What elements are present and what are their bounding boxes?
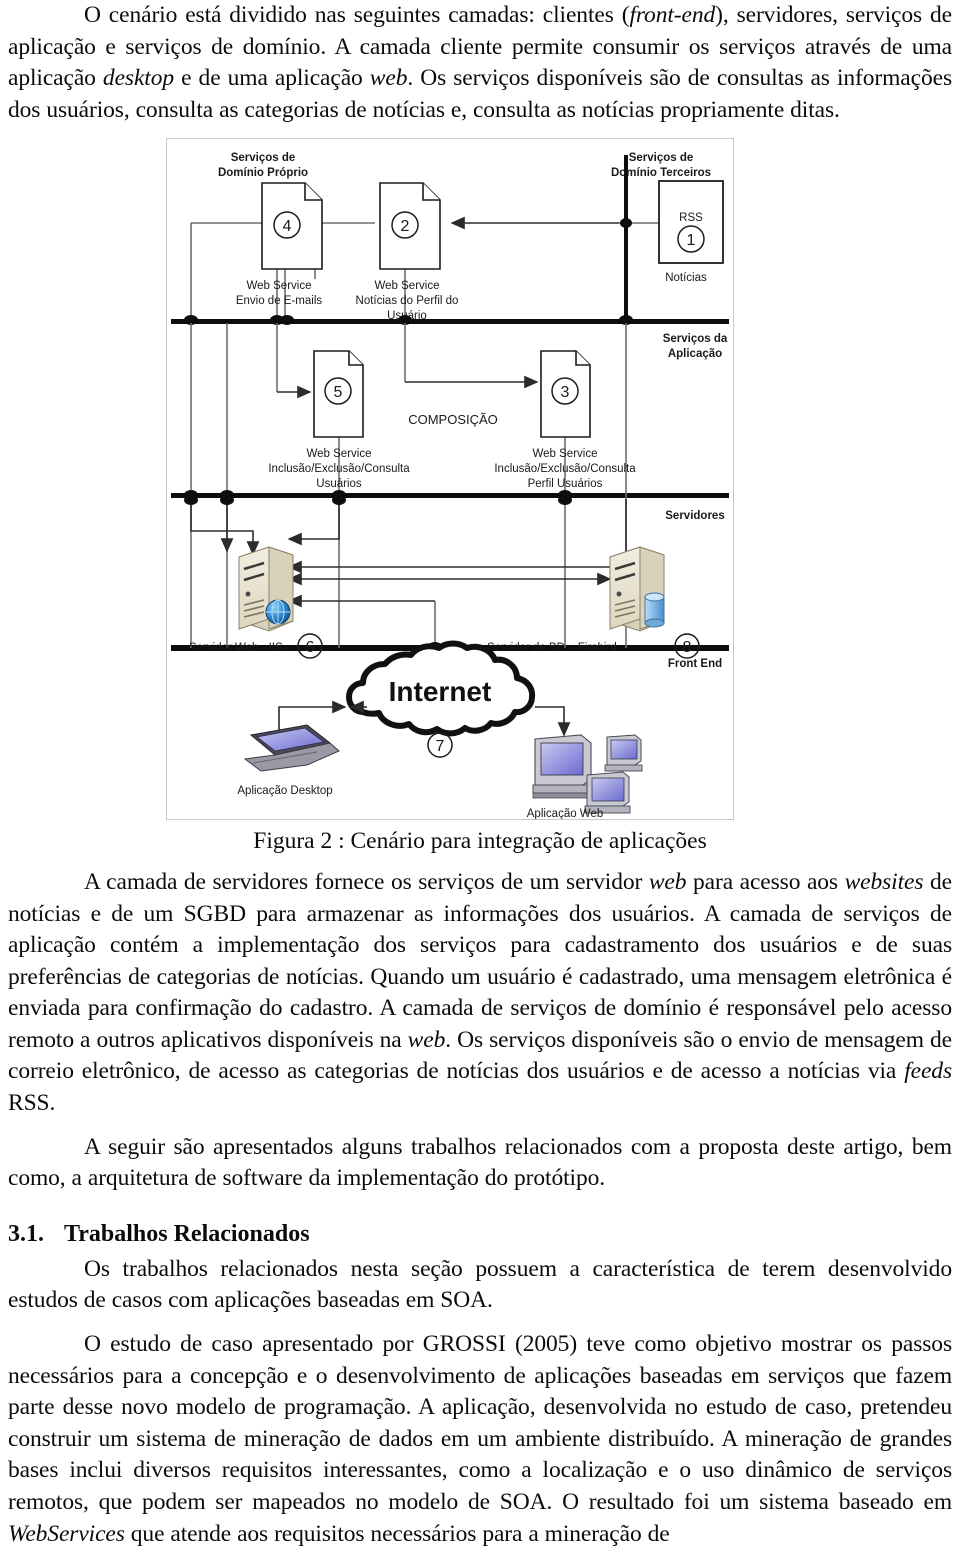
- text-run: de notícias e de um SGBD para armazenar …: [8, 868, 952, 1053]
- label-servicos-dominio-proprio: Serviços de Domínio Próprio: [218, 152, 308, 179]
- node-internet: Internet 7: [346, 640, 536, 759]
- text-run: WebServices: [8, 1520, 125, 1547]
- section-heading: 3.1. Trabalhos Relacionados: [8, 1221, 952, 1248]
- monitor-icon-small-bottom: [584, 771, 631, 814]
- db-server-label: Servidor de BD – Firebird: [487, 642, 617, 654]
- servers-label: Servidores: [665, 510, 724, 522]
- text-run: web: [369, 65, 408, 92]
- node-5-label-line1: Web Service: [307, 448, 372, 460]
- section-number: 3.1.: [8, 1220, 44, 1247]
- text-run: Os trabalhos relacionados nesta seção po…: [8, 1255, 952, 1314]
- text-run: para acesso aos: [686, 868, 845, 895]
- node-1-label: Notícias: [665, 272, 707, 284]
- paragraph-2: A camada de servidores fornece os serviç…: [8, 867, 952, 1120]
- desktop-app-label: Aplicação Desktop: [237, 785, 332, 797]
- node-3-label-line3: Perfil Usuários: [528, 478, 603, 490]
- text-run: O estudo de caso apresentado por GROSSI …: [8, 1331, 952, 1516]
- figure-2: Serviços de Domínio Próprio Serviços de …: [8, 138, 952, 857]
- node-3-label-line2: Inclusão/Exclusão/Consulta: [494, 463, 636, 475]
- node-servidor-web-iis: Servidor Web - IIS 6: [189, 546, 323, 660]
- node-4-number: 4: [283, 218, 292, 235]
- figure-caption: Figura 2 : Cenário para integração de ap…: [253, 828, 707, 855]
- node-2-number: 2: [401, 218, 410, 235]
- document-page: O cenário está dividido nas seguintes ca…: [0, 0, 960, 1547]
- text-run: feeds: [904, 1058, 952, 1085]
- text-run: web: [407, 1026, 446, 1053]
- application-label-line2: Aplicação: [668, 348, 722, 360]
- monitor-icon-large: [532, 734, 592, 799]
- label-servicos-aplicacao: Serviços da Aplicação: [663, 333, 728, 360]
- internet-label: Internet: [389, 676, 492, 707]
- database-cylinder-icon: [644, 592, 665, 628]
- paragraph-4: Os trabalhos relacionados nesta seção po…: [8, 1254, 952, 1317]
- front-end-label: Front End: [668, 658, 722, 670]
- bus-line-application: [171, 493, 729, 499]
- node-aplicacao-desktop: Aplicação Desktop: [237, 724, 340, 797]
- node-4-label-line2: Envio de E-mails: [236, 295, 323, 307]
- node-2-label-line2: Notícias do Perfil do: [356, 295, 459, 307]
- text-run: e de uma aplicação: [174, 65, 370, 92]
- node-web-service-inclusao-usuarios: 5 Web Service Inclusão/Exclusão/Consulta…: [268, 350, 410, 490]
- paragraph-1: O cenário está dividido nas seguintes ca…: [8, 0, 952, 126]
- text-run: web: [648, 868, 687, 895]
- node-web-service-perfil-usuarios: 3 Web Service Inclusão/Exclusão/Consulta…: [494, 350, 636, 490]
- domain-own-label-line2: Domínio Próprio: [218, 167, 308, 179]
- text-run: front-end: [629, 2, 716, 28]
- section-title: Trabalhos Relacionados: [64, 1220, 310, 1247]
- node-web-service-envio-emails: 4 Web Service Envio de E-mails: [236, 182, 323, 307]
- text-run: websites: [844, 868, 924, 895]
- text-run: A camada de servidores fornece os serviç…: [84, 868, 649, 895]
- domain-divider: [624, 155, 628, 324]
- web-server-label: Servidor Web - IIS: [189, 642, 283, 654]
- scenario-diagram: Serviços de Domínio Próprio Serviços de …: [171, 152, 729, 819]
- text-run: A seguir são apresentados alguns trabalh…: [8, 1133, 952, 1192]
- node-2-label-line1: Web Service: [375, 280, 440, 292]
- node-5-number: 5: [334, 384, 343, 401]
- node-5-label-line3: Usuários: [316, 478, 362, 490]
- node-aplicacao-web: Aplicação Web: [527, 734, 643, 819]
- web-server-number: 6: [306, 639, 315, 656]
- composition-label: COMPOSIÇÃO: [408, 412, 498, 427]
- text-run: que atende aos requisitos necessários pa…: [124, 1520, 670, 1547]
- text-run: RSS.: [8, 1090, 56, 1117]
- internet-number: 7: [436, 738, 445, 755]
- domain-third-label-line2: Domínio Terceiros: [611, 167, 711, 179]
- node-4-label-line1: Web Service: [247, 280, 312, 292]
- node-3-number: 3: [561, 384, 570, 401]
- figure-frame: Serviços de Domínio Próprio Serviços de …: [166, 138, 734, 821]
- text-run: desktop: [102, 65, 175, 92]
- text-run: O cenário está dividido nas seguintes ca…: [84, 2, 630, 28]
- paragraph-3: A seguir são apresentados alguns trabalh…: [8, 1132, 952, 1195]
- node-rss-noticias: RSS 1 Notícias: [658, 180, 724, 284]
- bus-line-domain: [171, 319, 729, 325]
- domain-own-label-line1: Serviços de: [231, 152, 296, 164]
- application-label-line1: Serviços da: [663, 333, 728, 345]
- node-5-label-line2: Inclusão/Exclusão/Consulta: [268, 463, 410, 475]
- node-web-service-noticias-perfil: 2 Web Service Notícias do Perfil do Usuá…: [356, 182, 459, 322]
- monitor-icon-small-top: [604, 734, 643, 772]
- node-servidor-bd-firebird: Servidor de BD – Firebird 8: [487, 546, 700, 660]
- node-1-number: 1: [687, 232, 696, 249]
- paragraph-5: O estudo de caso apresentado por GROSSI …: [8, 1329, 952, 1550]
- node-1-title: RSS: [679, 212, 703, 224]
- domain-third-label-line1: Serviços de: [629, 152, 694, 164]
- db-server-number: 8: [683, 639, 692, 656]
- web-app-label: Aplicação Web: [527, 808, 604, 819]
- laptop-icon: [243, 724, 340, 772]
- node-3-label-line1: Web Service: [533, 448, 598, 460]
